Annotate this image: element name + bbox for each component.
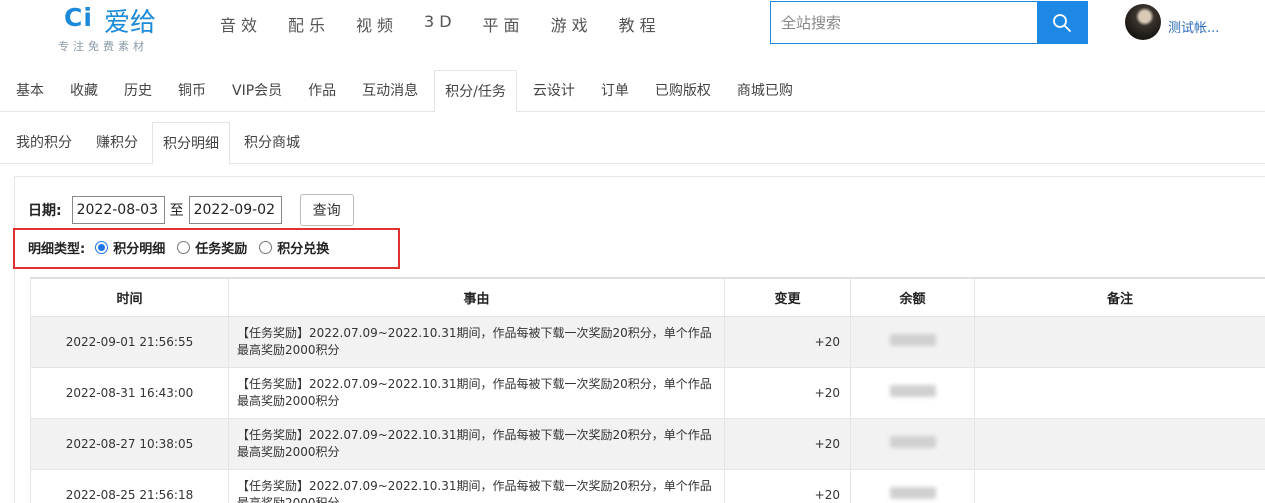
end-date-input[interactable] (188, 196, 282, 224)
search-button[interactable] (1037, 2, 1087, 43)
logo-name: 爱给 (104, 8, 157, 38)
nav-item-game[interactable]: 游戏 (551, 12, 593, 36)
highlight-box (13, 228, 400, 269)
cell-reason: 【任务奖励】2022.07.09~2022.10.31期间，作品每被下载一次奖励… (228, 315, 725, 368)
table-row: 2022-08-27 10:38:05 【任务奖励】2022.07.09~202… (30, 417, 1265, 470)
query-button[interactable]: 查询 (299, 194, 354, 226)
blurred-balance (889, 487, 936, 499)
subtab-points-mall[interactable]: 积分商城 (244, 122, 300, 164)
column-header-time: 时间 (30, 277, 229, 317)
tab-mall-purchased[interactable]: 商城已购 (737, 70, 793, 112)
cell-balance (850, 315, 975, 368)
column-header-reason: 事由 (228, 277, 725, 317)
subtab-my-points[interactable]: 我的积分 (16, 122, 72, 164)
cell-balance (850, 417, 975, 470)
site-header: Ci 爱给 专注免费素材 音效 配乐 视频 3D 平面 游戏 教程 测试帐... (0, 0, 1265, 62)
search-icon (1053, 13, 1071, 32)
search-box (770, 1, 1088, 44)
column-header-change: 变更 (724, 277, 851, 317)
tab-purchased-copyright[interactable]: 已购版权 (655, 70, 711, 112)
tab-favorites[interactable]: 收藏 (70, 70, 98, 112)
tab-orders[interactable]: 订单 (601, 70, 629, 112)
column-header-balance: 余额 (850, 277, 975, 317)
tab-messages[interactable]: 互动消息 (362, 70, 418, 112)
cell-balance (850, 468, 975, 503)
main-nav: 音效 配乐 视频 3D 平面 游戏 教程 (220, 12, 687, 36)
tab-cloud-design[interactable]: 云设计 (533, 70, 575, 112)
username[interactable]: 测试帐... (1168, 17, 1219, 36)
subtab-points-detail[interactable]: 积分明细 (152, 122, 230, 165)
cell-reason: 【任务奖励】2022.07.09~2022.10.31期间，作品每被下载一次奖励… (228, 366, 725, 419)
cell-time: 2022-08-27 10:38:05 (30, 417, 229, 470)
nav-item-sound[interactable]: 音效 (220, 12, 262, 36)
nav-item-graphic[interactable]: 平面 (483, 12, 525, 36)
tab-points-tasks[interactable]: 积分/任务 (434, 70, 517, 113)
points-detail-table: 时间 事由 变更 余额 备注 2022-09-01 21:56:55 【任务奖励… (30, 277, 1265, 503)
cell-change: +20 (724, 315, 851, 368)
cell-time: 2022-09-01 21:56:55 (30, 315, 229, 368)
tab-works[interactable]: 作品 (308, 70, 336, 112)
cell-note (974, 417, 1265, 470)
main-tabs: 基本 收藏 历史 铜币 VIP会员 作品 互动消息 积分/任务 云设计 订单 已… (0, 70, 1265, 113)
site-logo[interactable]: Ci 爱给 专注免费素材 (58, 0, 188, 60)
date-label: 日期: (28, 203, 62, 219)
cell-reason: 【任务奖励】2022.07.09~2022.10.31期间，作品每被下载一次奖励… (228, 417, 725, 470)
blurred-balance (889, 334, 936, 346)
cell-time: 2022-08-31 16:43:00 (30, 366, 229, 419)
logo-mark: Ci (64, 3, 93, 32)
date-filter: 日期: 至 查询 (28, 194, 354, 226)
table-row: 2022-09-01 21:56:55 【任务奖励】2022.07.09~202… (30, 315, 1265, 368)
cell-time: 2022-08-25 21:56:18 (30, 468, 229, 503)
sub-tabs: 我的积分 赚积分 积分明细 积分商城 (0, 122, 1265, 165)
tab-copper-coins[interactable]: 铜币 (178, 70, 206, 112)
date-separator: 至 (169, 203, 184, 219)
subtab-earn-points[interactable]: 赚积分 (96, 122, 138, 164)
nav-item-tutorial[interactable]: 教程 (619, 12, 661, 36)
cell-balance (850, 366, 975, 419)
logo-slogan: 专注免费素材 (58, 40, 148, 53)
cell-note (974, 366, 1265, 419)
cell-change: +20 (724, 366, 851, 419)
nav-item-3d[interactable]: 3D (424, 12, 457, 36)
table-row: 2022-08-31 16:43:00 【任务奖励】2022.07.09~202… (30, 366, 1265, 419)
nav-item-video[interactable]: 视频 (356, 12, 398, 36)
start-date-input[interactable] (71, 196, 165, 224)
tab-history[interactable]: 历史 (124, 70, 152, 112)
blurred-balance (889, 436, 936, 448)
table-row: 2022-08-25 21:56:18 【任务奖励】2022.07.09~202… (30, 468, 1265, 503)
tab-basic[interactable]: 基本 (16, 70, 44, 112)
cell-change: +20 (724, 417, 851, 470)
table-header-row: 时间 事由 变更 余额 备注 (30, 277, 1265, 317)
cell-note (974, 468, 1265, 503)
cell-reason: 【任务奖励】2022.07.09~2022.10.31期间，作品每被下载一次奖励… (228, 468, 725, 503)
cell-note (974, 315, 1265, 368)
column-header-note: 备注 (974, 277, 1265, 317)
nav-item-music[interactable]: 配乐 (288, 12, 330, 36)
avatar[interactable] (1125, 4, 1161, 40)
search-input[interactable] (771, 2, 1037, 43)
tab-vip[interactable]: VIP会员 (232, 70, 282, 112)
blurred-balance (889, 385, 936, 397)
cell-change: +20 (724, 468, 851, 503)
